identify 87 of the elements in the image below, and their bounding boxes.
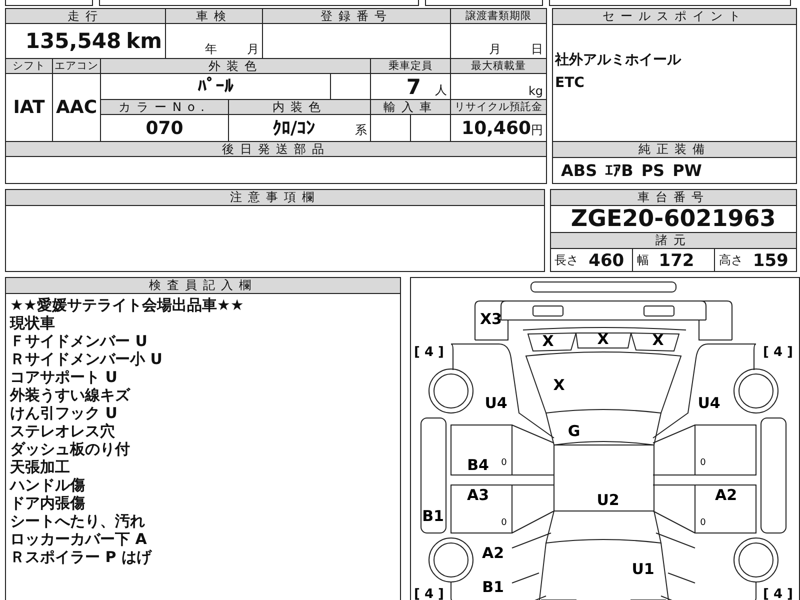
door-mark: 0 [501,458,507,468]
sales-point-text: ETC [555,75,586,91]
shift-value: IAT [6,74,52,142]
unit-label: 系 [355,122,368,137]
field-label: 登録番号 [262,8,451,24]
damage-code: U4 [698,394,720,412]
damage-code: G [568,422,580,440]
field-label: エアコン [52,58,100,74]
equipment-text: ABS [561,161,598,180]
color-number-value: 070 [100,114,229,142]
field-label: 諸元 [550,233,796,249]
unit-label: 月 [489,42,502,56]
equipment-text: PS [641,161,665,180]
sales-point-text: 社外アルミホイール [555,51,682,69]
field-label: 注意事項欄 [6,190,544,206]
field-label: シフト [6,58,52,74]
field-label: 譲渡書類期限 [450,8,547,24]
inspector-note: Ｒスポイラー P はげ [10,548,153,566]
inspector-note: ダッシュ板のり付 [10,440,131,458]
damage-code: X [597,330,609,348]
tire-tread-value: [ 4 ] [414,587,444,600]
aircon-value: AAC [52,74,100,142]
inspector-note: Ｒサイドメンバー小 U [10,350,164,368]
spec-value: 460 [588,250,624,270]
damage-code: A3 [466,486,490,504]
capacity-value: 7 [406,74,422,99]
spec-value: 159 [752,250,788,270]
damage-code: X [553,376,565,394]
field-label: 輸入車 [370,100,451,115]
field-label: 検査員記入欄 [6,278,400,294]
field-label: 乗車定員 [370,58,451,74]
unit-label: 月 [247,42,260,56]
field-label: 車検 [166,8,263,24]
field-label: カラーNo. [100,100,229,115]
damage-code: X3 [480,310,502,328]
door-mark: 0 [700,518,706,528]
tire-tread-value: [ 4 ] [763,345,793,360]
field-label: 純正装備 [553,142,796,158]
spec-label: 長さ [554,252,579,269]
field-label: セールスポイント [553,9,796,25]
inspector-note: ロッカーカバー下 A [10,530,148,548]
unit-label: 円 [531,122,544,137]
mileage-value: 135,548 [25,29,122,54]
inspector-note: ステレオレス穴 [10,422,116,440]
interior-color-value: ｸﾛ/ｺﾝ [272,118,316,139]
damage-code: B1 [482,578,504,596]
unit-label: 年 [205,42,218,56]
field-label: 最大積載量 [450,58,547,74]
equipment-text: ｴｱB [605,161,634,180]
inspector-note: シートへたり、汚れ [10,512,146,530]
inspector-note: 外装うすい線キズ [10,386,132,404]
tire-tread-value: [ 4 ] [763,587,793,600]
damage-code: U2 [596,491,620,509]
door-mark: 0 [700,458,706,468]
field-label: 車台番号 [550,190,796,206]
inspector-note: コアサポート U [10,368,118,386]
field-label: 後日発送部品 [6,141,547,157]
inspector-note: Ｆサイドメンバー U [10,332,148,350]
damage-code: B1 [422,507,444,525]
tire-tread-value: [ 4 ] [414,345,444,360]
inspector-note: ★★愛媛サテライト会場出品車★★ [10,296,245,314]
field-label: 内装色 [228,100,371,115]
field-label: リサイクル預託金 [450,100,547,115]
inspector-note: ドア内張傷 [10,494,86,512]
inspector-note: 現状車 [10,314,56,332]
damage-code: B4 [467,456,489,474]
field-label: 外装色 [100,58,371,74]
spec-label: 高さ [718,252,743,269]
unit-label: km [126,29,162,54]
unit-label: 日 [531,42,544,56]
inspector-note: ハンドル傷 [10,476,86,494]
unit-label: kg [528,84,544,98]
equipment-text: PW [672,161,702,180]
damage-code: U1 [632,560,654,578]
field-label: 走行 [6,8,166,24]
unit-label: 人 [435,82,448,97]
damage-code: A2 [714,486,738,504]
damage-code: U4 [484,394,508,412]
inspector-note: けん引フック U [10,404,118,422]
damage-code: X [542,332,554,350]
spec-value: 172 [658,250,694,270]
damage-code: A2 [482,544,504,562]
spec-label: 幅 [636,252,649,269]
recycle-deposit-value: 10,460 [462,118,532,139]
door-mark: 0 [501,518,507,528]
inspector-note: 天張加工 [10,458,71,476]
damage-code: X [652,331,664,349]
